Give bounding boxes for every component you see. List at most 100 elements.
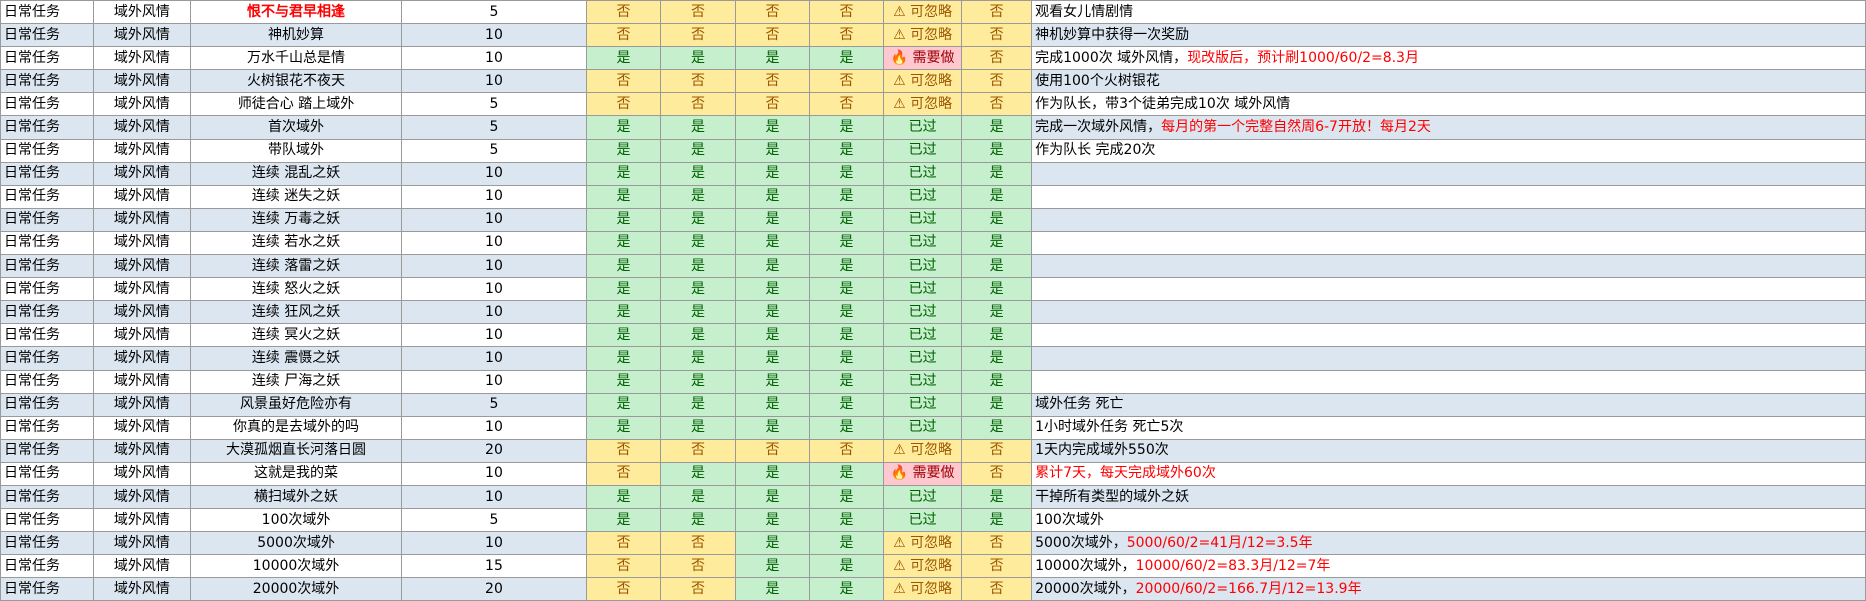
flag-cell[interactable]: 是 xyxy=(735,531,811,556)
flag-cell[interactable]: 否 xyxy=(585,531,661,556)
points-cell[interactable]: 10 xyxy=(400,346,587,371)
status-cell[interactable]: 已过 xyxy=(883,484,963,510)
category-cell[interactable]: 域外风情 xyxy=(92,254,192,279)
flag-cell[interactable]: 是 xyxy=(585,138,661,163)
category-cell[interactable]: 域外风情 xyxy=(92,415,192,440)
flag-cell[interactable]: 是 xyxy=(961,254,1033,279)
task-type-cell[interactable]: 日常任务 xyxy=(0,277,94,302)
points-cell[interactable]: 10 xyxy=(400,207,587,232)
status-cell[interactable]: 已过 xyxy=(883,230,963,256)
status-cell[interactable]: ⚠ 可忽略 xyxy=(883,554,963,579)
task-type-cell[interactable]: 日常任务 xyxy=(0,554,94,579)
task-type-cell[interactable]: 日常任务 xyxy=(0,531,94,556)
category-cell[interactable]: 域外风情 xyxy=(92,115,192,140)
category-cell[interactable]: 域外风情 xyxy=(92,577,192,601)
task-name-cell[interactable]: 大漠孤烟直长河落日圆 xyxy=(190,438,402,463)
note-cell[interactable] xyxy=(1031,300,1866,325)
task-name-cell[interactable]: 连续 怒火之妖 xyxy=(190,277,402,302)
flag-cell[interactable]: 否 xyxy=(735,0,811,25)
category-cell[interactable]: 域外风情 xyxy=(92,207,192,232)
flag-cell[interactable]: 是 xyxy=(961,115,1033,140)
points-cell[interactable]: 15 xyxy=(400,554,587,579)
category-cell[interactable]: 域外风情 xyxy=(92,300,192,325)
flag-cell[interactable]: 是 xyxy=(659,277,737,302)
note-cell[interactable]: 神机妙算中获得一次奖励 xyxy=(1031,23,1866,48)
category-cell[interactable]: 域外风情 xyxy=(92,0,192,25)
flag-cell[interactable]: 是 xyxy=(735,254,811,279)
flag-cell[interactable]: 否 xyxy=(961,23,1033,48)
flag-cell[interactable]: 是 xyxy=(659,46,737,71)
flag-cell[interactable]: 是 xyxy=(735,161,811,186)
note-cell[interactable] xyxy=(1031,230,1866,256)
task-type-cell[interactable]: 日常任务 xyxy=(0,69,94,94)
points-cell[interactable]: 5 xyxy=(400,392,587,417)
flag-cell[interactable]: 否 xyxy=(961,554,1033,579)
flag-cell[interactable]: 是 xyxy=(659,138,737,163)
flag-cell[interactable]: 是 xyxy=(809,115,885,140)
flag-cell[interactable]: 否 xyxy=(659,69,737,94)
flag-cell[interactable]: 是 xyxy=(735,554,811,579)
task-name-cell[interactable]: 风景虽好危险亦有 xyxy=(190,392,402,417)
task-name-cell[interactable]: 神机妙算 xyxy=(190,23,402,48)
note-cell[interactable]: 完成一次域外风情，每月的第一个完整自然周6-7开放！每月2天 xyxy=(1031,115,1866,140)
flag-cell[interactable]: 是 xyxy=(585,254,661,279)
status-cell[interactable]: 🔥 需要做 xyxy=(883,461,963,486)
points-cell[interactable]: 10 xyxy=(400,69,587,94)
points-cell[interactable]: 20 xyxy=(400,438,587,463)
flag-cell[interactable]: 否 xyxy=(585,0,661,25)
flag-cell[interactable]: 否 xyxy=(659,554,737,579)
status-cell[interactable]: 已过 xyxy=(883,184,963,209)
category-cell[interactable]: 域外风情 xyxy=(92,138,192,163)
note-cell[interactable]: 5000次域外，5000/60/2=41月/12=3.5年 xyxy=(1031,531,1866,556)
status-cell[interactable]: ⚠ 可忽略 xyxy=(883,92,963,117)
task-name-cell[interactable]: 连续 尸海之妖 xyxy=(190,369,402,394)
status-cell[interactable]: 已过 xyxy=(883,161,963,186)
flag-cell[interactable]: 否 xyxy=(659,531,737,556)
note-cell[interactable]: 域外任务 死亡 xyxy=(1031,392,1866,417)
flag-cell[interactable]: 否 xyxy=(735,438,811,463)
flag-cell[interactable]: 是 xyxy=(735,184,811,209)
note-cell[interactable] xyxy=(1031,254,1866,279)
flag-cell[interactable]: 是 xyxy=(735,369,811,394)
flag-cell[interactable]: 是 xyxy=(809,531,885,556)
flag-cell[interactable]: 否 xyxy=(961,92,1033,117)
category-cell[interactable]: 域外风情 xyxy=(92,484,192,510)
points-cell[interactable]: 5 xyxy=(400,92,587,117)
task-name-cell[interactable]: 100次域外 xyxy=(190,508,402,533)
task-type-cell[interactable]: 日常任务 xyxy=(0,577,94,601)
status-cell[interactable]: 已过 xyxy=(883,369,963,394)
flag-cell[interactable]: 是 xyxy=(809,346,885,371)
task-type-cell[interactable]: 日常任务 xyxy=(0,300,94,325)
flag-cell[interactable]: 否 xyxy=(585,438,661,463)
flag-cell[interactable]: 是 xyxy=(961,484,1033,510)
flag-cell[interactable]: 是 xyxy=(659,300,737,325)
flag-cell[interactable]: 是 xyxy=(735,46,811,71)
status-cell[interactable]: ⚠ 可忽略 xyxy=(883,438,963,463)
flag-cell[interactable]: 是 xyxy=(585,46,661,71)
status-cell[interactable]: ⚠ 可忽略 xyxy=(883,0,963,25)
category-cell[interactable]: 域外风情 xyxy=(92,531,192,556)
category-cell[interactable]: 域外风情 xyxy=(92,508,192,533)
task-type-cell[interactable]: 日常任务 xyxy=(0,254,94,279)
points-cell[interactable]: 20 xyxy=(400,577,587,601)
flag-cell[interactable]: 是 xyxy=(809,184,885,209)
flag-cell[interactable]: 否 xyxy=(961,46,1033,71)
task-name-cell[interactable]: 首次域外 xyxy=(190,115,402,140)
task-name-cell[interactable]: 连续 落雷之妖 xyxy=(190,254,402,279)
flag-cell[interactable]: 是 xyxy=(961,277,1033,302)
points-cell[interactable]: 10 xyxy=(400,277,587,302)
note-cell[interactable] xyxy=(1031,346,1866,371)
flag-cell[interactable]: 是 xyxy=(585,484,661,510)
flag-cell[interactable]: 否 xyxy=(961,577,1033,601)
task-name-cell[interactable]: 横扫域外之妖 xyxy=(190,484,402,510)
task-type-cell[interactable]: 日常任务 xyxy=(0,461,94,486)
flag-cell[interactable]: 否 xyxy=(585,69,661,94)
category-cell[interactable]: 域外风情 xyxy=(92,46,192,71)
flag-cell[interactable]: 是 xyxy=(659,115,737,140)
flag-cell[interactable]: 是 xyxy=(809,577,885,601)
task-type-cell[interactable]: 日常任务 xyxy=(0,161,94,186)
flag-cell[interactable]: 是 xyxy=(585,161,661,186)
flag-cell[interactable]: 是 xyxy=(735,138,811,163)
task-type-cell[interactable]: 日常任务 xyxy=(0,184,94,209)
flag-cell[interactable]: 是 xyxy=(585,115,661,140)
